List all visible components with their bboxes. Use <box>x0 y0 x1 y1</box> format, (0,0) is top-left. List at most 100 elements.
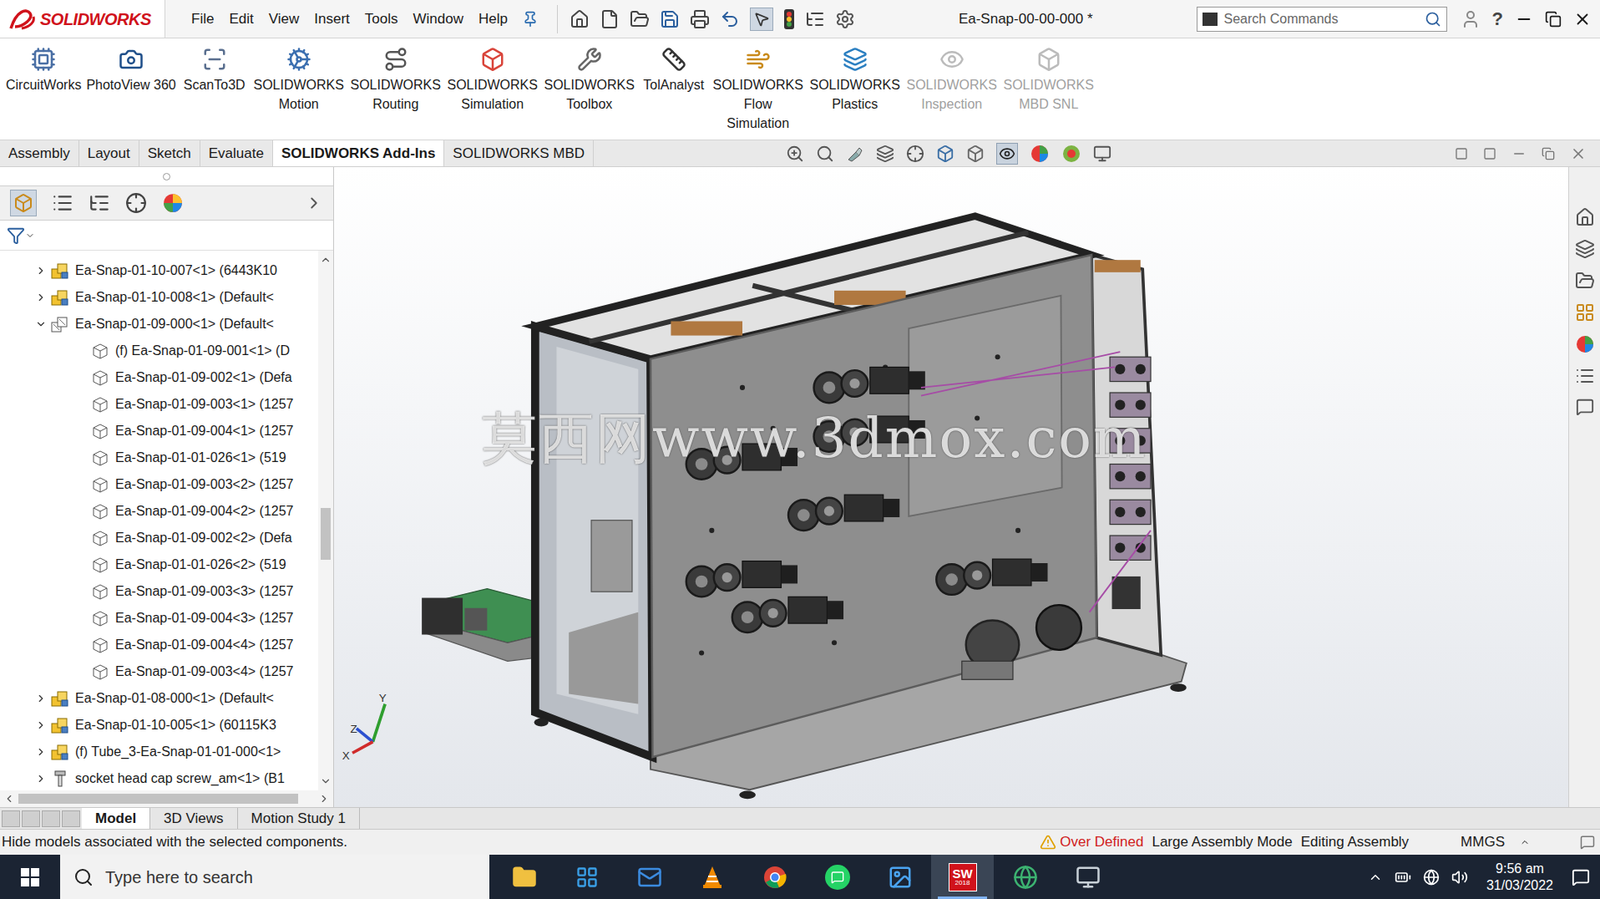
taskbar-app[interactable] <box>743 854 806 899</box>
ribbon-button[interactable]: TolAnalyst <box>637 46 710 95</box>
ribbon-button[interactable]: SOLIDWORKS MBD SNL <box>1000 46 1098 114</box>
bottom-tab[interactable]: 3D Views <box>150 807 238 829</box>
taskbar-app[interactable] <box>868 854 932 899</box>
notifications-icon[interactable] <box>1571 867 1590 887</box>
menu-item[interactable]: File <box>183 8 222 31</box>
motor-assembly[interactable] <box>936 558 1048 595</box>
hscroll-thumb[interactable] <box>18 793 299 804</box>
filter-dropdown-icon[interactable] <box>25 230 36 241</box>
start-button[interactable] <box>0 854 61 899</box>
tree-item[interactable]: (f) Tube_3-Ea-Snap-01-01-000<1> <box>0 738 319 765</box>
display-style-icon[interactable] <box>966 144 985 163</box>
tree-item[interactable]: Ea-Snap-01-09-004<3> (1257 <box>0 604 319 632</box>
doc-minimize-icon[interactable] <box>1511 146 1527 162</box>
ribbon-button[interactable]: SOLIDWORKS Simulation <box>444 46 542 114</box>
dynamic-annotation-icon[interactable] <box>906 144 925 163</box>
horizontal-scrollbar[interactable] <box>0 789 334 807</box>
tree-item[interactable]: Ea-Snap-01-09-003<4> (1257 <box>0 658 319 685</box>
tooltip-icon[interactable] <box>1579 834 1595 850</box>
design-library-icon[interactable] <box>1574 238 1595 259</box>
dimxpert-icon[interactable] <box>125 192 147 214</box>
menu-item[interactable]: View <box>261 8 308 31</box>
expand-icon[interactable] <box>35 692 47 704</box>
custom-properties-icon[interactable] <box>1574 365 1595 386</box>
close-icon[interactable] <box>1573 10 1592 29</box>
command-tab[interactable]: Sketch <box>139 140 201 167</box>
status-warning[interactable]: Over Defined <box>1059 830 1144 853</box>
panel-splitter[interactable] <box>0 167 334 186</box>
scroll-right-icon[interactable] <box>318 792 330 805</box>
collapse-icon[interactable] <box>35 318 47 330</box>
menu-item[interactable]: Tools <box>357 8 406 31</box>
hide-show-button[interactable] <box>996 142 1018 165</box>
command-tab[interactable]: Evaluate <box>200 140 274 167</box>
tab-nav-button[interactable] <box>61 810 81 827</box>
save-icon[interactable] <box>659 9 680 30</box>
rebuild-icon[interactable] <box>783 8 795 31</box>
resources-icon[interactable] <box>1574 207 1595 228</box>
zoom-fit-icon[interactable] <box>785 144 805 163</box>
command-tab[interactable]: SOLIDWORKS Add-Ins <box>273 140 445 167</box>
scroll-down-icon[interactable] <box>319 774 332 787</box>
appearances-icon[interactable] <box>1574 334 1595 355</box>
tree-item[interactable]: socket head cap screw_am<1> (B1 <box>0 764 319 790</box>
command-tab[interactable]: Assembly <box>0 140 80 167</box>
tile-left-icon[interactable] <box>1454 146 1469 161</box>
command-tab[interactable]: Layout <box>79 140 140 167</box>
print-icon[interactable] <box>689 9 710 30</box>
tray-expand-icon[interactable] <box>1367 869 1383 885</box>
motor-assembly[interactable] <box>788 494 900 531</box>
tree-item[interactable]: Ea-Snap-01-01-026<1> (519 <box>0 444 319 471</box>
logo[interactable]: SOLIDWORKS <box>0 0 166 38</box>
file-properties-icon[interactable] <box>805 9 826 30</box>
tree-item[interactable]: Ea-Snap-01-08-000<1> (Default< <box>0 684 319 712</box>
new-icon[interactable] <box>599 9 620 30</box>
expand-icon[interactable] <box>35 291 47 304</box>
taskbar-search[interactable]: Type here to search <box>60 854 490 899</box>
graphics-area[interactable]: YZX莫西网www.3dmox.com <box>334 167 1569 807</box>
file-explorer-icon[interactable] <box>1574 270 1595 291</box>
configuration-manager-icon[interactable] <box>88 192 111 214</box>
tree-item[interactable]: Ea-Snap-01-09-002<1> (Defa <box>0 364 319 391</box>
tree-item[interactable]: Ea-Snap-01-09-004<1> (1257 <box>0 417 319 445</box>
filter-icon[interactable] <box>6 226 26 245</box>
motor-assembly[interactable] <box>732 596 844 633</box>
doc-restore-icon[interactable] <box>1541 146 1555 161</box>
open-icon[interactable] <box>629 9 650 30</box>
select-button[interactable] <box>749 7 774 31</box>
motor-assembly[interactable] <box>686 561 798 598</box>
home-icon[interactable] <box>569 9 590 30</box>
tree-item[interactable]: Ea-Snap-01-09-003<2> (1257 <box>0 470 319 498</box>
view-settings-icon[interactable] <box>1093 144 1112 163</box>
restore-icon[interactable] <box>1544 10 1562 28</box>
tree-item[interactable]: Ea-Snap-01-09-003<3> (1257 <box>0 577 319 605</box>
taskbar-app[interactable] <box>555 854 618 899</box>
property-manager-icon[interactable] <box>51 192 74 214</box>
ribbon-button[interactable]: SOLIDWORKS Motion <box>250 46 348 114</box>
status-units[interactable]: MMGS <box>1460 830 1505 853</box>
pin-icon[interactable] <box>521 10 539 28</box>
clock[interactable]: 9:56 am31/03/2022 <box>1479 860 1560 894</box>
assembly-model[interactable]: YZX <box>334 167 1569 807</box>
undo-icon[interactable] <box>719 9 740 30</box>
previous-view-icon[interactable] <box>845 144 865 163</box>
ribbon-button[interactable]: PhotoView 360 <box>83 46 178 95</box>
display-manager-icon[interactable] <box>162 192 184 214</box>
tree-item[interactable]: Ea-Snap-01-10-008<1> (Default< <box>0 283 319 311</box>
bottom-tab[interactable]: Motion Study 1 <box>237 807 360 829</box>
taskbar-app[interactable] <box>1056 854 1119 899</box>
taskbar-app[interactable] <box>993 854 1057 899</box>
appearance-icon[interactable] <box>1029 143 1050 164</box>
section-view-icon[interactable] <box>875 144 895 163</box>
feature-tree-tab[interactable] <box>10 189 37 217</box>
volume-icon[interactable] <box>1451 868 1469 886</box>
view-palette-icon[interactable] <box>1574 302 1595 323</box>
zoom-area-icon[interactable] <box>815 144 835 163</box>
tree-item[interactable]: Ea-Snap-01-09-003<1> (1257 <box>0 390 319 418</box>
menu-item[interactable]: Edit <box>221 8 261 31</box>
vertical-scrollbar[interactable] <box>318 250 334 790</box>
taskbar-app[interactable] <box>617 854 681 899</box>
network-icon[interactable] <box>1422 868 1440 886</box>
user-icon[interactable] <box>1460 9 1481 30</box>
ribbon-button[interactable]: SOLIDWORKS Routing <box>347 46 445 114</box>
